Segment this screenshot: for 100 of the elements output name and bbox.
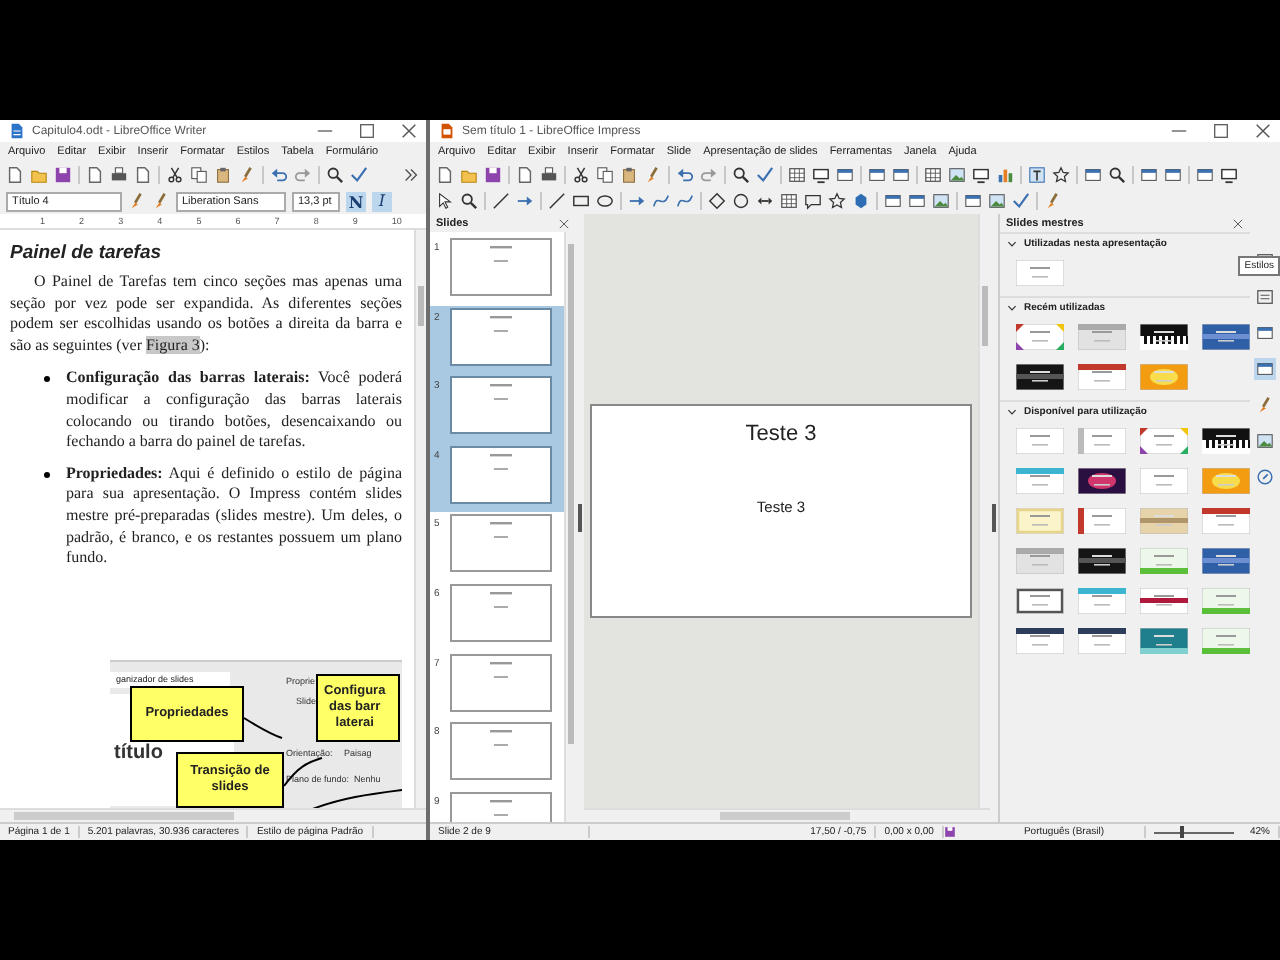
template-thumbnail[interactable]: [1078, 548, 1126, 574]
close-icon[interactable]: [1232, 217, 1244, 229]
template-thumbnail[interactable]: [1078, 364, 1126, 390]
printer-icon[interactable]: [540, 166, 558, 184]
properties-icon[interactable]: [1256, 288, 1274, 306]
template-thumbnail[interactable]: [1140, 588, 1188, 614]
template-thumbnail[interactable]: [1202, 628, 1250, 654]
brush-icon[interactable]: [644, 166, 662, 184]
monitor-icon[interactable]: [972, 166, 990, 184]
maximize-icon[interactable]: [1212, 122, 1230, 140]
rectangle-icon[interactable]: [572, 192, 590, 210]
slide-thumbnail[interactable]: [450, 445, 552, 504]
splitter-handle[interactable]: [578, 504, 582, 532]
maximize-icon[interactable]: [358, 122, 376, 140]
table-icon[interactable]: [788, 166, 806, 184]
bold-button[interactable]: N: [346, 191, 366, 211]
line-icon[interactable]: [548, 192, 566, 210]
template-thumbnail[interactable]: [1016, 548, 1064, 574]
slider-thumb[interactable]: [1180, 826, 1185, 838]
slide-icon[interactable]: [1140, 166, 1158, 184]
template-thumbnail[interactable]: [1016, 508, 1064, 534]
slide-icon[interactable]: [868, 166, 886, 184]
template-thumbnail[interactable]: [1078, 508, 1126, 534]
template-thumbnail[interactable]: [1202, 468, 1250, 494]
slide-icon[interactable]: [1164, 166, 1182, 184]
save-icon[interactable]: [54, 166, 72, 184]
document-icon[interactable]: [134, 166, 152, 184]
template-thumbnail[interactable]: [1202, 324, 1250, 350]
template-thumbnail[interactable]: [1140, 364, 1188, 390]
image-icon[interactable]: [948, 166, 966, 184]
slide-thumbnail[interactable]: [450, 307, 552, 366]
template-thumbnail[interactable]: [1016, 364, 1064, 390]
template-thumbnail[interactable]: [1202, 548, 1250, 574]
arrow-icon[interactable]: [628, 192, 646, 210]
template-thumbnail[interactable]: [1140, 468, 1188, 494]
template-thumbnail[interactable]: [1140, 548, 1188, 574]
chart-icon[interactable]: [996, 166, 1014, 184]
checkmark-icon[interactable]: [756, 166, 774, 184]
pointer-icon[interactable]: [436, 192, 454, 210]
template-thumbnail[interactable]: [1078, 468, 1126, 494]
copy-icon[interactable]: [596, 166, 614, 184]
zoom-slider[interactable]: [1153, 826, 1234, 838]
template-thumbnail[interactable]: [1202, 428, 1250, 454]
slide-icon[interactable]: [964, 192, 982, 210]
italic-button[interactable]: I: [372, 191, 392, 211]
template-thumbnail[interactable]: [1016, 468, 1064, 494]
scrollbar[interactable]: [564, 232, 576, 822]
chevron-icon[interactable]: [402, 166, 420, 184]
table-icon[interactable]: [924, 166, 942, 184]
cube-icon[interactable]: [852, 192, 870, 210]
template-thumbnail[interactable]: [1016, 628, 1064, 654]
star-icon[interactable]: [828, 192, 846, 210]
undo-icon[interactable]: [270, 166, 288, 184]
folder-icon[interactable]: [30, 166, 48, 184]
ellipse-icon[interactable]: [596, 192, 614, 210]
save-icon[interactable]: [484, 166, 502, 184]
document-icon[interactable]: [516, 166, 534, 184]
folder-icon[interactable]: [460, 166, 478, 184]
template-thumbnail[interactable]: [1078, 428, 1126, 454]
slide-thumbnail[interactable]: [450, 653, 552, 712]
close-icon[interactable]: [1254, 122, 1272, 140]
navigator-icon[interactable]: [1256, 468, 1274, 486]
template-thumbnail[interactable]: [1078, 588, 1126, 614]
template-thumbnail[interactable]: [1140, 324, 1188, 350]
template-thumbnail[interactable]: [1016, 324, 1064, 350]
slide-thumbnail[interactable]: [450, 514, 552, 573]
star-icon[interactable]: [1052, 166, 1070, 184]
search-icon[interactable]: [732, 166, 750, 184]
clipboard-icon[interactable]: [214, 166, 232, 184]
template-thumbnail[interactable]: [1078, 324, 1126, 350]
template-thumbnail[interactable]: [1140, 508, 1188, 534]
document-icon[interactable]: [6, 166, 24, 184]
arrow-icon[interactable]: [516, 192, 534, 210]
double-arrow-icon[interactable]: [756, 192, 774, 210]
printer-icon[interactable]: [110, 166, 128, 184]
copy-icon[interactable]: [190, 166, 208, 184]
slide-thumbnail[interactable]: [450, 238, 552, 296]
slide-icon[interactable]: [884, 192, 902, 210]
document-icon[interactable]: [436, 166, 454, 184]
scrollbar[interactable]: [0, 808, 426, 822]
diamond-icon[interactable]: [708, 192, 726, 210]
document-icon[interactable]: [86, 166, 104, 184]
scissors-icon[interactable]: [572, 166, 590, 184]
search-icon[interactable]: [1108, 166, 1126, 184]
monitor-icon[interactable]: [812, 166, 830, 184]
slide-icon[interactable]: [908, 192, 926, 210]
splitter-handle[interactable]: [992, 504, 996, 532]
scrollbar[interactable]: [414, 230, 426, 808]
brush-icon[interactable]: [1044, 192, 1062, 210]
template-thumbnail[interactable]: [1202, 508, 1250, 534]
slide-thumbnail[interactable]: [450, 376, 552, 435]
image-icon[interactable]: [1256, 432, 1274, 450]
cross-reference-link[interactable]: Figura 3: [145, 335, 200, 354]
line-icon[interactable]: [492, 192, 510, 210]
template-thumbnail[interactable]: [1016, 260, 1064, 286]
table-icon[interactable]: [780, 192, 798, 210]
slide-thumbnail[interactable]: [450, 583, 552, 642]
checkmark-icon[interactable]: [350, 166, 368, 184]
template-thumbnail[interactable]: [1140, 628, 1188, 654]
expand-icon[interactable]: [1006, 238, 1018, 250]
